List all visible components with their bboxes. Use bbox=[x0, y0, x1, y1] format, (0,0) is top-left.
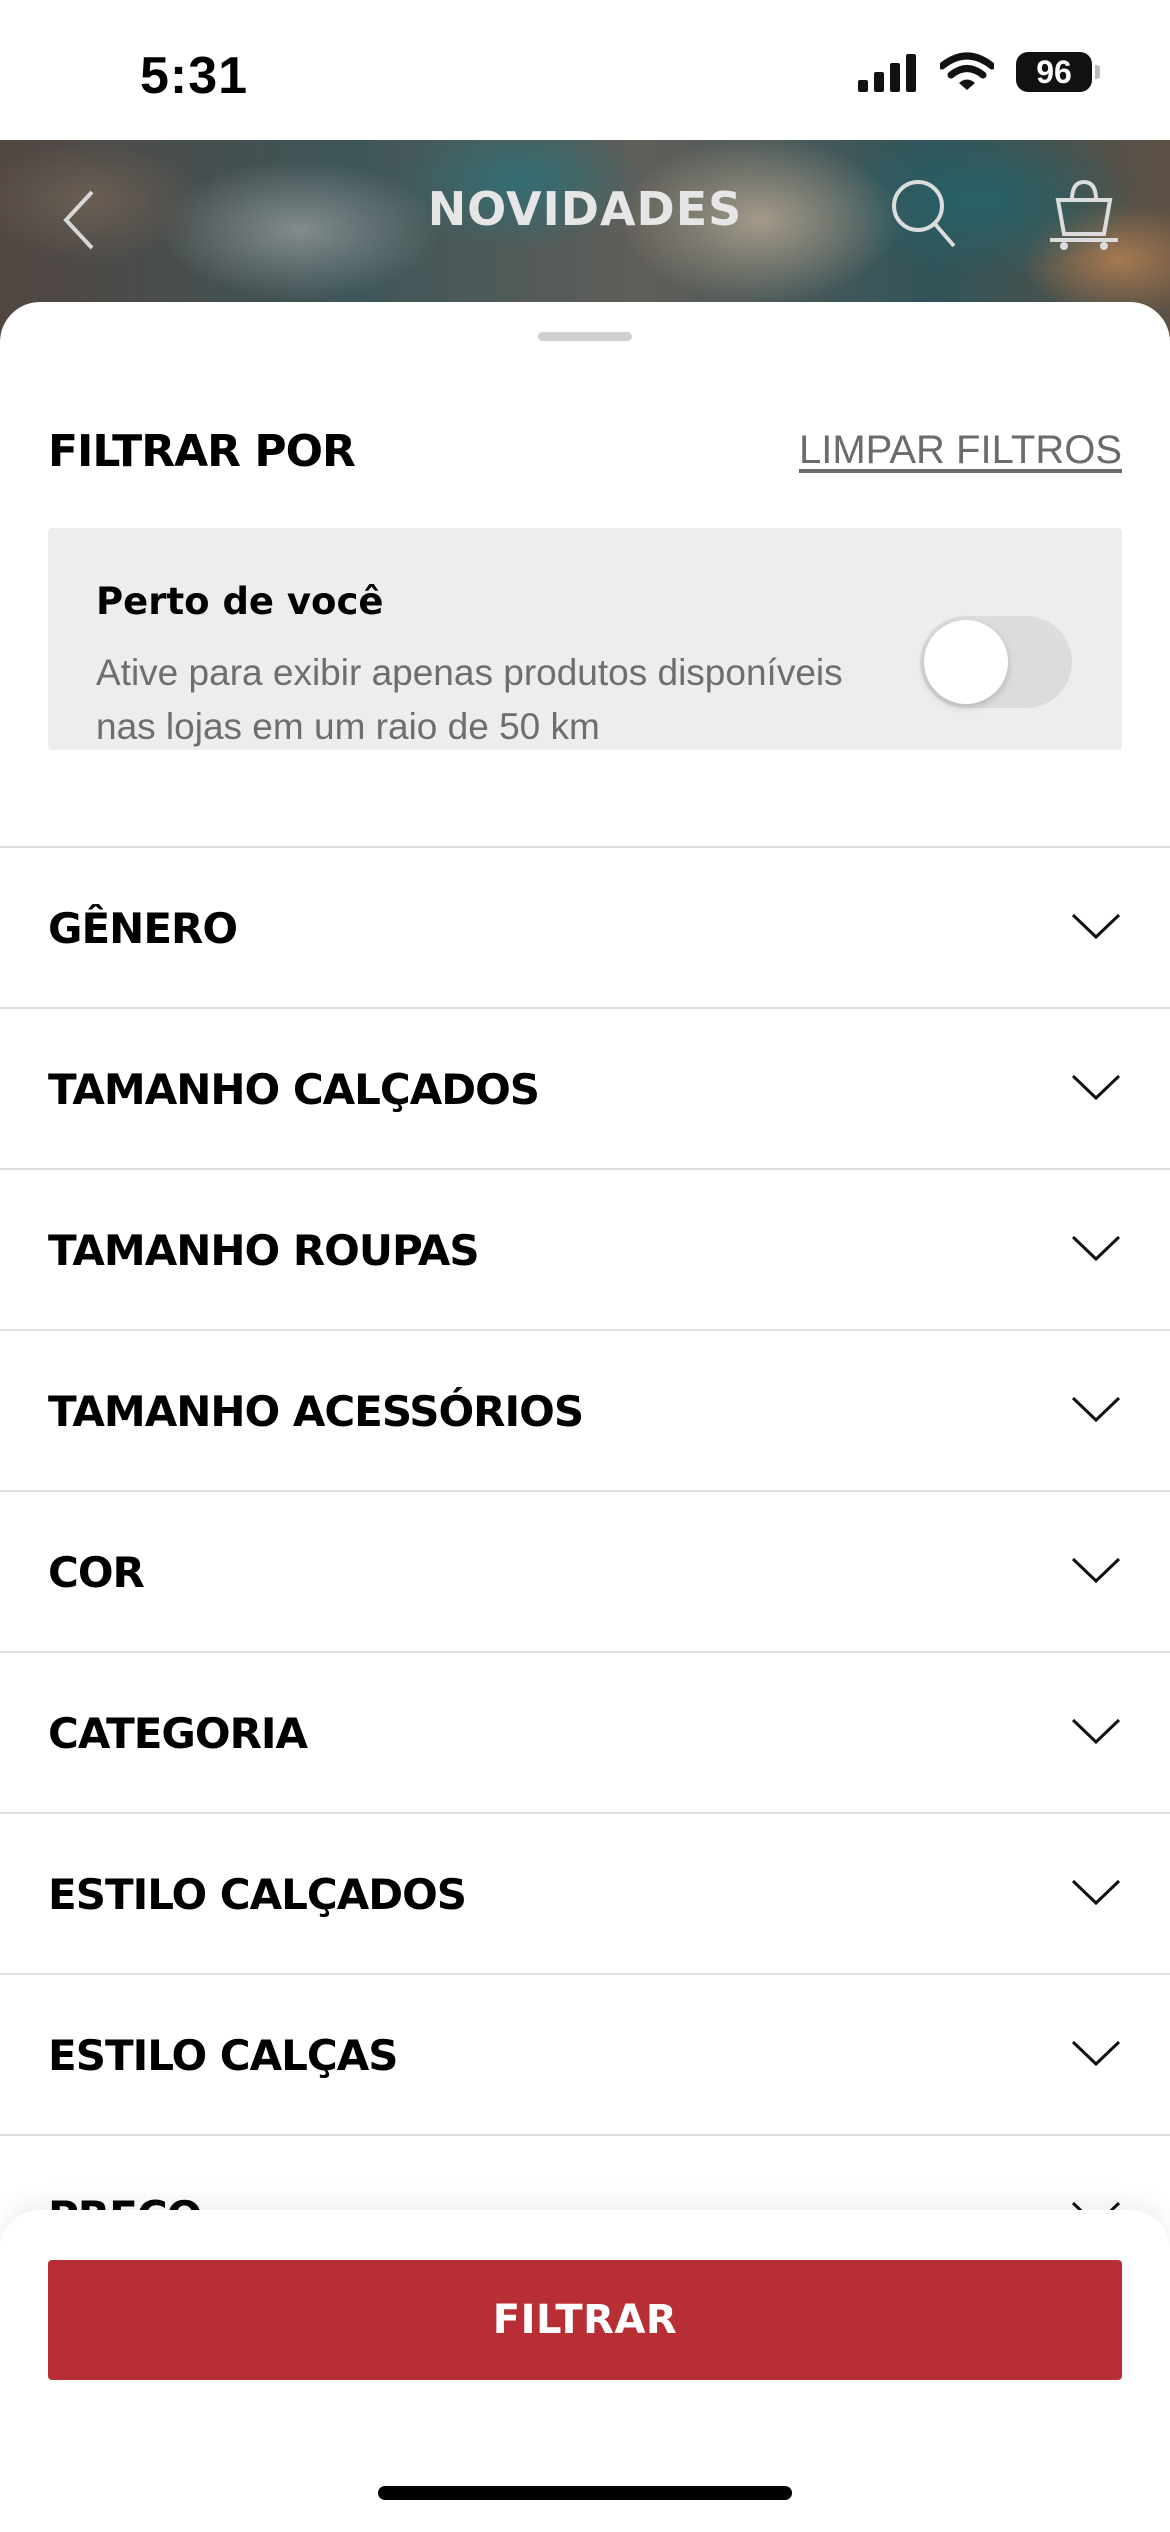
filter-label: TAMANHO CALÇADOS bbox=[48, 1065, 540, 1114]
near-you-toggle[interactable] bbox=[920, 616, 1072, 708]
filter-label: GÊNERO bbox=[48, 904, 238, 953]
filter-label: ESTILO CALÇAS bbox=[48, 2031, 398, 2080]
chevron-down-icon bbox=[1071, 1879, 1121, 1906]
filter-row-estilo-calcas[interactable]: ESTILO CALÇAS bbox=[0, 1973, 1170, 2134]
filter-row-tamanho-roupas[interactable]: TAMANHO ROUPAS bbox=[0, 1168, 1170, 1329]
clear-filters-link[interactable]: LIMPAR FILTROS bbox=[799, 428, 1122, 473]
filter-row-categoria[interactable]: CATEGORIA bbox=[0, 1651, 1170, 1812]
chevron-down-icon bbox=[1071, 2040, 1121, 2067]
filter-row-tamanho-acessorios[interactable]: TAMANHO ACESSÓRIOS bbox=[0, 1329, 1170, 1490]
filter-label: TAMANHO ACESSÓRIOS bbox=[48, 1387, 584, 1436]
near-you-description: Ative para exibir apenas produtos dispon… bbox=[96, 652, 843, 747]
filter-sheet: FILTRAR POR LIMPAR FILTROS Perto de você… bbox=[0, 302, 1170, 2532]
filter-row-cor[interactable]: COR bbox=[0, 1490, 1170, 1651]
filter-title: FILTRAR POR bbox=[48, 426, 356, 477]
near-you-panel: Perto de você Ative para exibir apenas p… bbox=[48, 528, 1122, 750]
battery-icon: 96 bbox=[1016, 52, 1100, 92]
chevron-down-icon bbox=[1071, 913, 1121, 940]
filter-label: TAMANHO ROUPAS bbox=[48, 1226, 480, 1275]
filter-label: CATEGORIA bbox=[48, 1709, 308, 1758]
cellular-signal-icon bbox=[858, 54, 916, 92]
status-bar: 5:31 96 bbox=[0, 0, 1170, 140]
battery-level: 96 bbox=[1036, 53, 1072, 90]
bottom-action-bar: FILTRAR bbox=[0, 2210, 1170, 2532]
chevron-down-icon bbox=[1071, 1396, 1121, 1423]
chevron-down-icon bbox=[1071, 1557, 1121, 1584]
wifi-icon bbox=[940, 52, 994, 90]
filter-apply-button[interactable]: FILTRAR bbox=[48, 2260, 1122, 2380]
filter-row-genero[interactable]: GÊNERO bbox=[0, 846, 1170, 1007]
home-indicator bbox=[378, 2486, 792, 2500]
filter-label: ESTILO CALÇADOS bbox=[48, 1870, 467, 1919]
near-you-title: Perto de você bbox=[96, 580, 384, 623]
page-title: NOVIDADES bbox=[427, 182, 743, 236]
sheet-grabber[interactable] bbox=[538, 332, 632, 341]
toggle-knob bbox=[924, 620, 1008, 704]
search-icon[interactable] bbox=[888, 176, 958, 252]
filter-label: COR bbox=[48, 1548, 145, 1597]
status-icons: 96 bbox=[858, 52, 1100, 92]
chevron-down-icon bbox=[1071, 1235, 1121, 1262]
chevron-down-icon bbox=[1071, 1074, 1121, 1101]
filter-row-tamanho-calcados[interactable]: TAMANHO CALÇADOS bbox=[0, 1007, 1170, 1168]
status-time: 5:31 bbox=[140, 47, 249, 105]
filter-list: GÊNERO TAMANHO CALÇADOS TAMANHO ROUPAS T… bbox=[0, 846, 1170, 2295]
chevron-down-icon bbox=[1071, 1718, 1121, 1745]
shopping-bag-icon[interactable] bbox=[1046, 174, 1122, 254]
filter-row-estilo-calcados[interactable]: ESTILO CALÇADOS bbox=[0, 1812, 1170, 1973]
